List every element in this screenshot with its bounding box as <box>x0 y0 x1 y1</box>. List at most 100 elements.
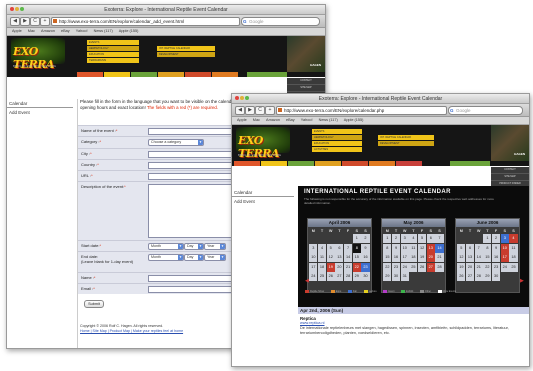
nav-tab-5[interactable] <box>342 161 368 166</box>
search-field[interactable]: G Google <box>448 106 523 115</box>
bookmark-ebay[interactable]: eBay <box>61 29 70 33</box>
bookmark-ebay[interactable]: eBay <box>286 118 295 122</box>
end-year-select[interactable]: Year ▼ <box>204 254 226 261</box>
sidebar-link-add-event[interactable]: Add Event <box>7 108 77 115</box>
event-day-cell[interactable]: 20 <box>426 253 435 263</box>
start-month-select[interactable]: Month ▼ <box>148 243 184 250</box>
category-select[interactable]: Choose a category ▼ <box>148 139 204 146</box>
end-month-select[interactable]: Month ▼ <box>148 254 184 261</box>
bookmark-yahoo[interactable]: Yahoo! <box>301 118 313 122</box>
nav-tab-5[interactable] <box>185 72 211 77</box>
subnav-events[interactable]: EVENTS <box>87 40 139 45</box>
next-month-arrow-icon[interactable]: ▶ <box>520 278 524 284</box>
end-day-select[interactable]: Day ▼ <box>184 254 204 261</box>
subnav-education[interactable]: EDUCATION <box>312 141 362 146</box>
menu-contact[interactable]: CONTACT <box>491 167 529 174</box>
subnav-herpetology[interactable]: HERPETOLOGY <box>312 135 362 140</box>
nav-tab-6[interactable] <box>212 72 238 77</box>
bookmark-news[interactable]: News (117) <box>319 118 338 122</box>
bookmark-apple[interactable]: Apple <box>237 118 247 122</box>
subnav-herpetology[interactable]: HERPETOLOGY <box>87 46 139 51</box>
nav-tab-1[interactable] <box>77 72 103 77</box>
weekday-header: M <box>385 229 389 233</box>
legend-swatch <box>383 290 388 293</box>
browser-toolbar: ◀ ▶ C + http://www.exo-terra.com/EN/expl… <box>232 104 529 117</box>
exo-terra-logo[interactable]: EXO TERRA <box>236 127 290 160</box>
event-day-cell[interactable]: 3 <box>500 234 509 244</box>
bookmark-yahoo[interactable]: Yahoo! <box>76 29 88 33</box>
day-cell: 1 <box>483 234 492 244</box>
nav-tab-2[interactable] <box>261 161 287 166</box>
subnav-reptile-calendar[interactable]: INT. REPTILE CALENDAR <box>378 135 434 140</box>
event-day-cell[interactable]: 8 <box>352 243 361 253</box>
chevron-down-icon: ▼ <box>220 244 225 249</box>
back-button[interactable]: ◀ <box>235 106 245 115</box>
event-day-cell[interactable]: 19 <box>326 262 335 272</box>
subnav-development[interactable]: DEVELOPMENT <box>378 141 434 146</box>
bookmark-apple-news[interactable]: Apple (155) <box>344 118 364 122</box>
menu-site-map[interactable]: SITE MAP <box>287 85 325 92</box>
nav-tab-3[interactable] <box>131 72 157 77</box>
forward-button[interactable]: ▶ <box>20 17 30 26</box>
event-day-cell[interactable]: 13 <box>426 243 435 253</box>
nav-tab-7[interactable] <box>396 161 422 166</box>
weekday-header: W <box>402 229 407 233</box>
sidebar-link-add-event[interactable]: Add Event <box>232 197 298 204</box>
event-day-cell[interactable]: 14 <box>435 243 444 253</box>
reload-button[interactable]: C <box>255 106 265 115</box>
bookmark-mac[interactable]: Mac <box>253 118 260 122</box>
subnav-development[interactable]: DEVELOPMENT <box>157 52 215 57</box>
forward-button[interactable]: ▶ <box>245 106 255 115</box>
bookmark-news[interactable]: News (117) <box>94 29 113 33</box>
subnav-reptile-calendar[interactable]: INT. REPTILE CALENDAR <box>157 46 215 51</box>
start-year-select[interactable]: Year ▼ <box>204 243 226 250</box>
search-field[interactable]: G Google <box>241 17 320 26</box>
hagen-logo[interactable]: HAGEN <box>514 152 525 156</box>
bookmark-amazon[interactable]: Amazon <box>266 118 280 122</box>
address-bar[interactable]: http://www.exo-terra.com/EN/explore/cale… <box>51 17 240 26</box>
subnav-terrariums[interactable]: TERRARIUMS <box>87 58 139 63</box>
subnav-events[interactable]: EVENTS <box>312 129 362 134</box>
weekday-header: S <box>503 229 507 233</box>
event-day-cell[interactable]: 22 <box>352 262 361 272</box>
nav-tab-2[interactable] <box>104 72 130 77</box>
event-day-cell[interactable]: 10 <box>500 243 509 253</box>
day-cell: 27 <box>335 271 344 281</box>
nav-tab-3[interactable] <box>288 161 314 166</box>
day-cell: 7 <box>435 234 444 244</box>
bookmark-apple[interactable]: Apple <box>12 29 22 33</box>
subnav-activities[interactable]: ACTIVITIES <box>312 147 362 152</box>
event-type-legend: Reptile Show Expo Fair Lecture Event Exh… <box>305 290 527 293</box>
nav-tab-1[interactable] <box>234 161 260 166</box>
event-day-cell[interactable]: 23 <box>361 262 370 272</box>
subnav-education[interactable]: EDUCATION <box>87 52 139 57</box>
add-bookmark-button[interactable]: + <box>40 17 50 26</box>
menu-site-map[interactable]: SITE MAP <box>491 174 529 181</box>
event-day-cell[interactable]: 17 <box>500 253 509 263</box>
address-bar[interactable]: http://www.exo-terra.com/EN/explore/cale… <box>276 106 447 115</box>
chevron-down-icon: ▼ <box>178 255 183 260</box>
nav-tab-4[interactable] <box>315 161 341 166</box>
nav-tab-8[interactable] <box>450 161 490 166</box>
back-button[interactable]: ◀ <box>10 17 20 26</box>
event-day-cell[interactable]: 4 <box>509 234 518 244</box>
day-cell: 30 <box>361 271 370 281</box>
start-day-select[interactable]: Day ▼ <box>184 243 204 250</box>
nav-tab-6[interactable] <box>369 161 395 166</box>
submit-button[interactable]: Submit <box>84 300 104 308</box>
prev-month-arrow-icon[interactable]: ◀ <box>305 278 309 284</box>
exo-terra-logo[interactable]: EXO TERRA <box>11 38 65 71</box>
nav-tab-4[interactable] <box>158 72 184 77</box>
weekday-header: S <box>364 229 367 233</box>
event-day-cell[interactable]: 27 <box>426 262 435 272</box>
weekday-header: T <box>486 229 489 233</box>
bookmark-mac[interactable]: Mac <box>28 29 35 33</box>
nav-tab-7[interactable] <box>247 72 287 77</box>
bookmark-amazon[interactable]: Amazon <box>41 29 55 33</box>
add-bookmark-button[interactable]: + <box>265 106 275 115</box>
hagen-logo[interactable]: HAGEN <box>310 63 321 67</box>
month-calendar-june: June 2006 M T W T F S S 1 2 3 4 5 6 7 8 9 10 11 12 13 14 15 16… <box>455 218 520 293</box>
reload-button[interactable]: C <box>30 17 40 26</box>
bookmark-apple-news[interactable]: Apple (155) <box>119 29 139 33</box>
menu-contact[interactable]: CONTACT <box>287 78 325 85</box>
